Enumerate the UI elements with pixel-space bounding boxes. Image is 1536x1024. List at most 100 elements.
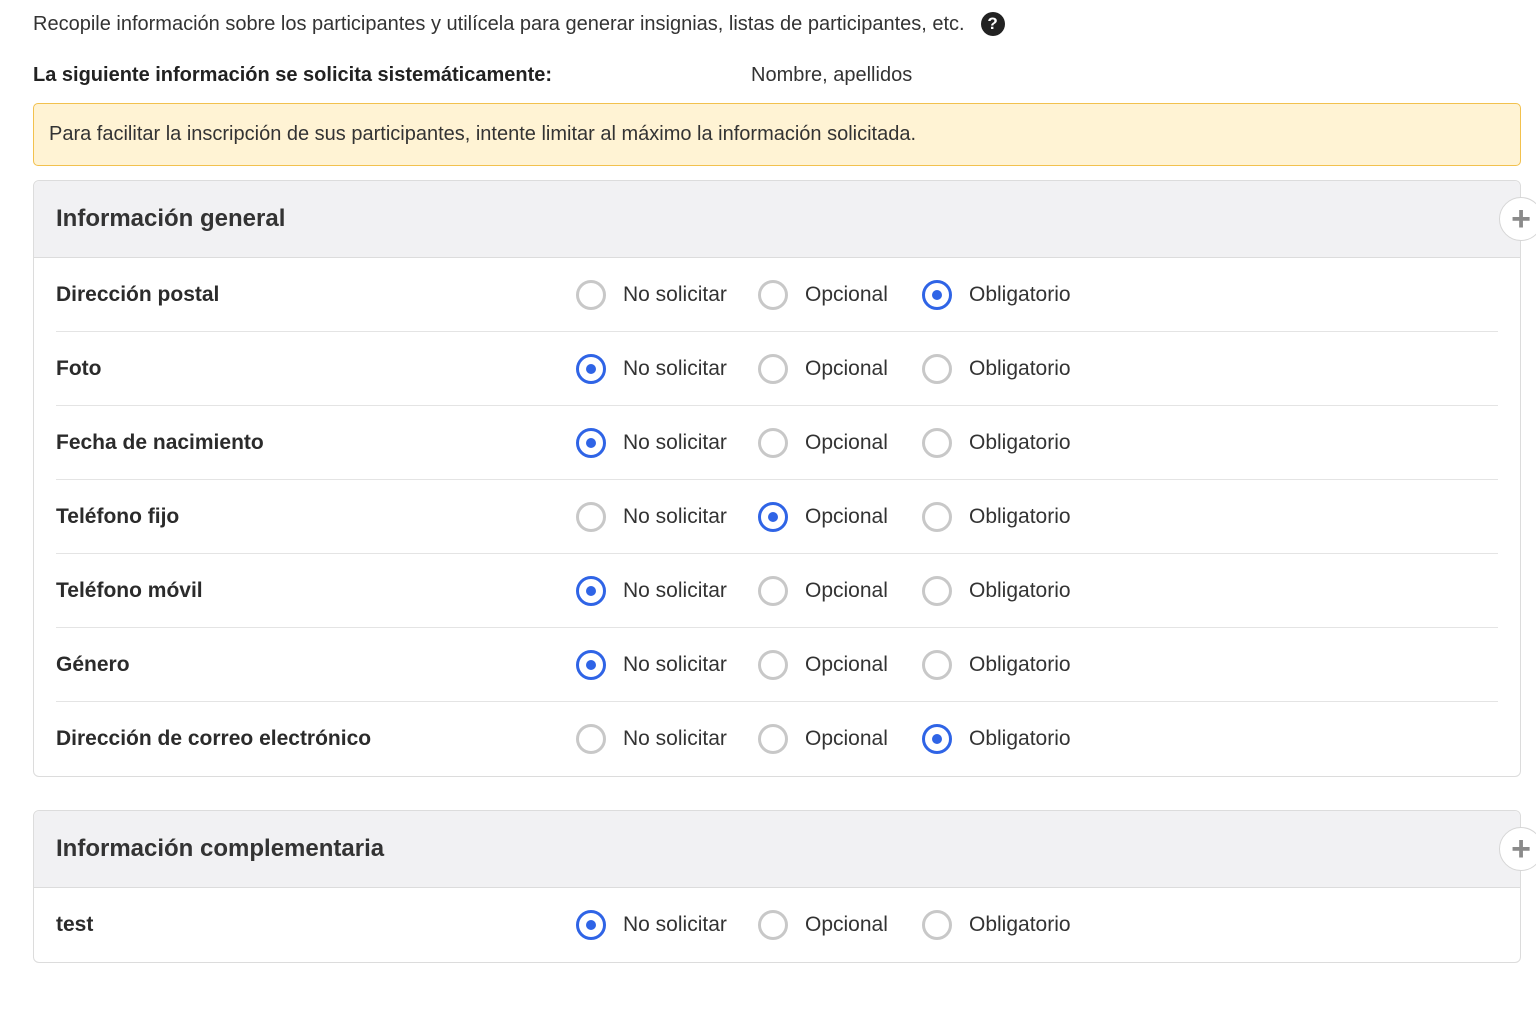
field-label: Dirección de correo electrónico	[56, 727, 372, 750]
radio-option[interactable]: No solicitar	[576, 575, 758, 606]
radio-option-label: Obligatorio	[969, 430, 1071, 454]
radio-unchecked-icon[interactable]	[758, 353, 788, 384]
radio-option-label: No solicitar	[623, 430, 727, 454]
radio-option[interactable]: Obligatorio	[922, 501, 1071, 532]
field-row: Foto No solicitar Opcional Obligatorio	[56, 332, 1498, 406]
radio-option[interactable]: Obligatorio	[922, 279, 1071, 310]
radio-option[interactable]: Obligatorio	[922, 910, 1071, 940]
radio-option[interactable]: Obligatorio	[922, 427, 1071, 458]
field-label: Teléfono móvil	[56, 578, 203, 602]
radio-checked-icon[interactable]	[576, 575, 606, 606]
radio-option-label: No solicitar	[623, 652, 727, 676]
alert-text: Para facilitar la inscripción de sus par…	[49, 123, 917, 145]
field-row: Dirección postal No solicitar Opcional Obli…	[56, 258, 1498, 332]
field-label: Teléfono fijo	[56, 504, 180, 528]
radio-option[interactable]: No solicitar	[576, 649, 758, 680]
field-label: Dirección postal	[56, 282, 220, 306]
radio-unchecked-icon[interactable]	[758, 724, 788, 754]
field-label: Fecha de nacimiento	[56, 430, 264, 454]
radio-unchecked-icon[interactable]	[758, 649, 788, 680]
radio-option[interactable]: Opcional	[758, 427, 922, 458]
radio-option[interactable]: No solicitar	[576, 724, 758, 754]
radio-checked-icon[interactable]	[576, 910, 606, 940]
radio-option-label: Obligatorio	[969, 727, 1071, 750]
radio-checked-icon[interactable]	[576, 649, 606, 680]
radio-option-label: Opcional	[805, 430, 888, 454]
radio-option-label: Obligatorio	[969, 282, 1071, 306]
radio-option[interactable]: No solicitar	[576, 353, 758, 384]
radio-option[interactable]: Opcional	[758, 353, 922, 384]
panel-informacion-general: Información general + Dirección postal No…	[33, 180, 1536, 777]
panel-header: Información complementaria +	[34, 811, 1536, 888]
panel-title: Información general	[56, 205, 286, 232]
intro-text: Recopile información sobre los participa…	[33, 12, 965, 35]
radio-option-label: No solicitar	[623, 504, 727, 528]
radio-unchecked-icon[interactable]	[922, 427, 952, 458]
radio-option[interactable]: Obligatorio	[922, 353, 1071, 384]
field-row: Fecha de nacimiento No solicitar Opcional O…	[56, 406, 1498, 480]
help-icon[interactable]: ?	[980, 12, 1005, 36]
radio-checked-icon[interactable]	[922, 279, 952, 310]
radio-checked-icon[interactable]	[576, 427, 606, 458]
radio-unchecked-icon[interactable]	[758, 910, 788, 940]
radio-unchecked-icon[interactable]	[758, 279, 788, 310]
radio-checked-icon[interactable]	[576, 353, 606, 384]
panel-header: Información general +	[34, 181, 1536, 258]
radio-option[interactable]: No solicitar	[576, 427, 758, 458]
field-row: Género No solicitar Opcional Obligatorio	[56, 628, 1498, 702]
radio-option-label: Opcional	[805, 913, 888, 936]
add-field-button[interactable]: +	[1499, 827, 1536, 871]
radio-option-label: Obligatorio	[969, 356, 1071, 380]
radio-unchecked-icon[interactable]	[922, 649, 952, 680]
radio-checked-icon[interactable]	[758, 501, 788, 532]
radio-option[interactable]: Opcional	[758, 575, 922, 606]
field-label: Género	[56, 652, 130, 676]
radio-option[interactable]: No solicitar	[576, 501, 758, 532]
radio-option[interactable]: No solicitar	[576, 279, 758, 310]
radio-unchecked-icon[interactable]	[576, 279, 606, 310]
radio-unchecked-icon[interactable]	[576, 724, 606, 754]
radio-unchecked-icon[interactable]	[922, 910, 952, 940]
radio-unchecked-icon[interactable]	[922, 501, 952, 532]
system-info-value: Nombre, apellidos	[751, 64, 913, 86]
panel-title: Información complementaria	[56, 835, 385, 862]
radio-option-label: No solicitar	[623, 578, 727, 602]
radio-option-label: Obligatorio	[969, 504, 1071, 528]
field-list: test No solicitar Opcional Obligatorio	[34, 888, 1520, 962]
field-label: test	[56, 913, 94, 936]
radio-option-label: No solicitar	[623, 913, 727, 936]
radio-option-label: Opcional	[805, 578, 888, 602]
radio-option[interactable]: Opcional	[758, 910, 922, 940]
radio-option[interactable]: Opcional	[758, 279, 922, 310]
panel-informacion-complementaria: Información complementaria + test No soli…	[33, 810, 1536, 963]
add-field-button[interactable]: +	[1499, 197, 1536, 241]
field-row: test No solicitar Opcional Obligatorio	[56, 888, 1498, 962]
field-row: Teléfono fijo No solicitar Opcional Obligat…	[56, 480, 1498, 554]
radio-unchecked-icon[interactable]	[758, 427, 788, 458]
radio-option-label: Opcional	[805, 282, 888, 306]
radio-unchecked-icon[interactable]	[758, 575, 788, 606]
radio-option[interactable]: No solicitar	[576, 910, 758, 940]
radio-option[interactable]: Obligatorio	[922, 649, 1071, 680]
radio-option[interactable]: Obligatorio	[922, 575, 1071, 606]
radio-unchecked-icon[interactable]	[922, 353, 952, 384]
radio-option-label: No solicitar	[623, 356, 727, 380]
radio-option[interactable]: Opcional	[758, 649, 922, 680]
radio-option-label: Obligatorio	[969, 578, 1071, 602]
radio-option-label: No solicitar	[623, 727, 727, 750]
radio-checked-icon[interactable]	[922, 724, 952, 754]
radio-option[interactable]: Obligatorio	[922, 724, 1071, 754]
radio-unchecked-icon[interactable]	[576, 501, 606, 532]
field-label: Foto	[56, 356, 102, 380]
intro: Recopile información sobre los participa…	[33, 12, 1005, 36]
radio-option[interactable]: Opcional	[758, 501, 922, 532]
warning-alert: Para facilitar la inscripción de sus par…	[33, 103, 1521, 166]
radio-option[interactable]: Opcional	[758, 724, 922, 754]
radio-option-label: Opcional	[805, 356, 888, 380]
radio-option-label: No solicitar	[623, 282, 727, 306]
radio-option-label: Obligatorio	[969, 652, 1071, 676]
system-info-label: La siguiente información se solicita sis…	[33, 64, 553, 86]
radio-unchecked-icon[interactable]	[922, 575, 952, 606]
field-list: Dirección postal No solicitar Opcional Obli…	[34, 258, 1520, 776]
radio-option-label: Opcional	[805, 652, 888, 676]
